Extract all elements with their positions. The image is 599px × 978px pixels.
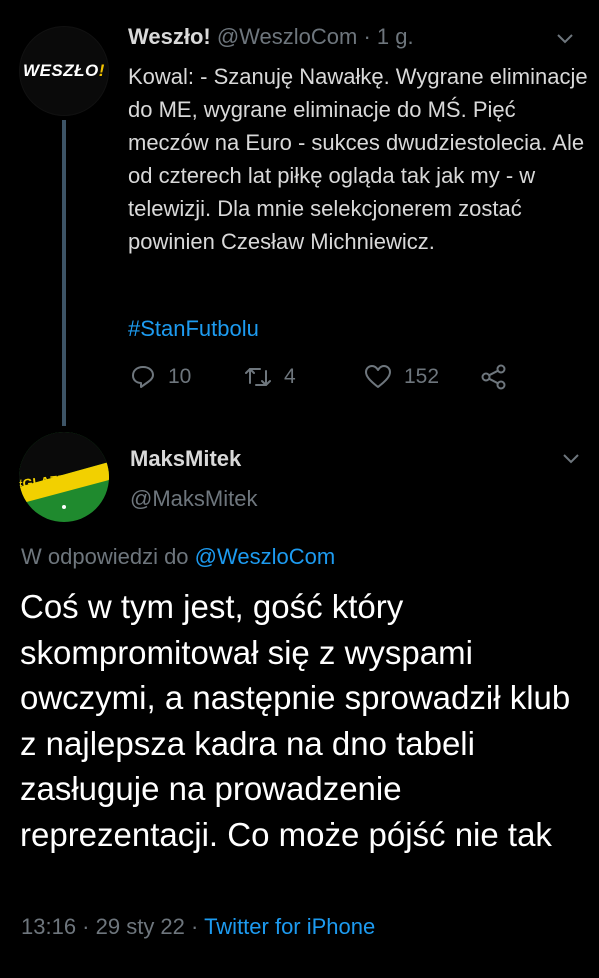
like-button[interactable]: 152 (364, 364, 439, 390)
tweet-meta-footer: 13:16 · 29 sty 22 · Twitter for iPhone (21, 914, 376, 939)
reply-display-name[interactable]: MaksMitek (130, 446, 241, 472)
retweet-button[interactable]: 4 (244, 364, 296, 390)
reply-count: 10 (168, 365, 192, 388)
weszlo-avatar[interactable]: WESZŁO! (19, 26, 109, 116)
tweet-thread-view: WESZŁO! Weszło! @WeszloCom · 1 g. Kowal:… (0, 0, 599, 978)
tweet-source-link[interactable]: Twitter for iPhone (204, 914, 375, 939)
tweet-time[interactable]: 13:16 (21, 914, 76, 939)
share-button[interactable] (480, 364, 508, 390)
replying-to-link[interactable]: @WeszloCom (195, 544, 336, 569)
weszlo-logo: WESZŁO! (23, 61, 105, 80)
parent-display-name[interactable]: Weszło! (128, 24, 211, 49)
reply-more-chevron-down-icon[interactable] (562, 450, 580, 468)
parent-tweet-header: Weszło! @WeszloCom · 1 g. (128, 24, 414, 49)
share-icon (481, 364, 506, 390)
parent-timestamp[interactable]: 1 g. (377, 24, 414, 49)
replying-to-label: W odpowiedzi do (21, 544, 189, 569)
retweet-icon (245, 368, 271, 386)
parent-handle[interactable]: @WeszloCom (217, 24, 358, 49)
hashtag-link[interactable]: #StanFutbolu (128, 316, 259, 342)
reply-tweet-text: Coś w tym jest, gość który skompromitowa… (20, 588, 571, 853)
like-count: 152 (404, 365, 440, 388)
thread-connector-line (62, 120, 66, 426)
maksmitek-avatar[interactable]: #GLAZERSOUT (19, 432, 109, 522)
parent-more-chevron-down-icon[interactable] (556, 30, 574, 48)
reply-icon (132, 366, 154, 388)
retweet-count: 4 (284, 365, 296, 388)
glazersout-avatar-image: #GLAZERSOUT (19, 432, 109, 522)
tweet-date[interactable]: 29 sty 22 (96, 914, 185, 939)
reply-button[interactable]: 10 (130, 364, 191, 390)
heart-icon (365, 365, 391, 388)
reply-handle[interactable]: @MaksMitek (130, 486, 257, 512)
replying-to-line: W odpowiedzi do @WeszloCom (21, 544, 335, 570)
parent-tweet-text: Kowal: - Szanuję Nawałkę. Wygrane elimin… (128, 64, 588, 254)
parent-action-bar: 10 4 152 (130, 364, 530, 398)
